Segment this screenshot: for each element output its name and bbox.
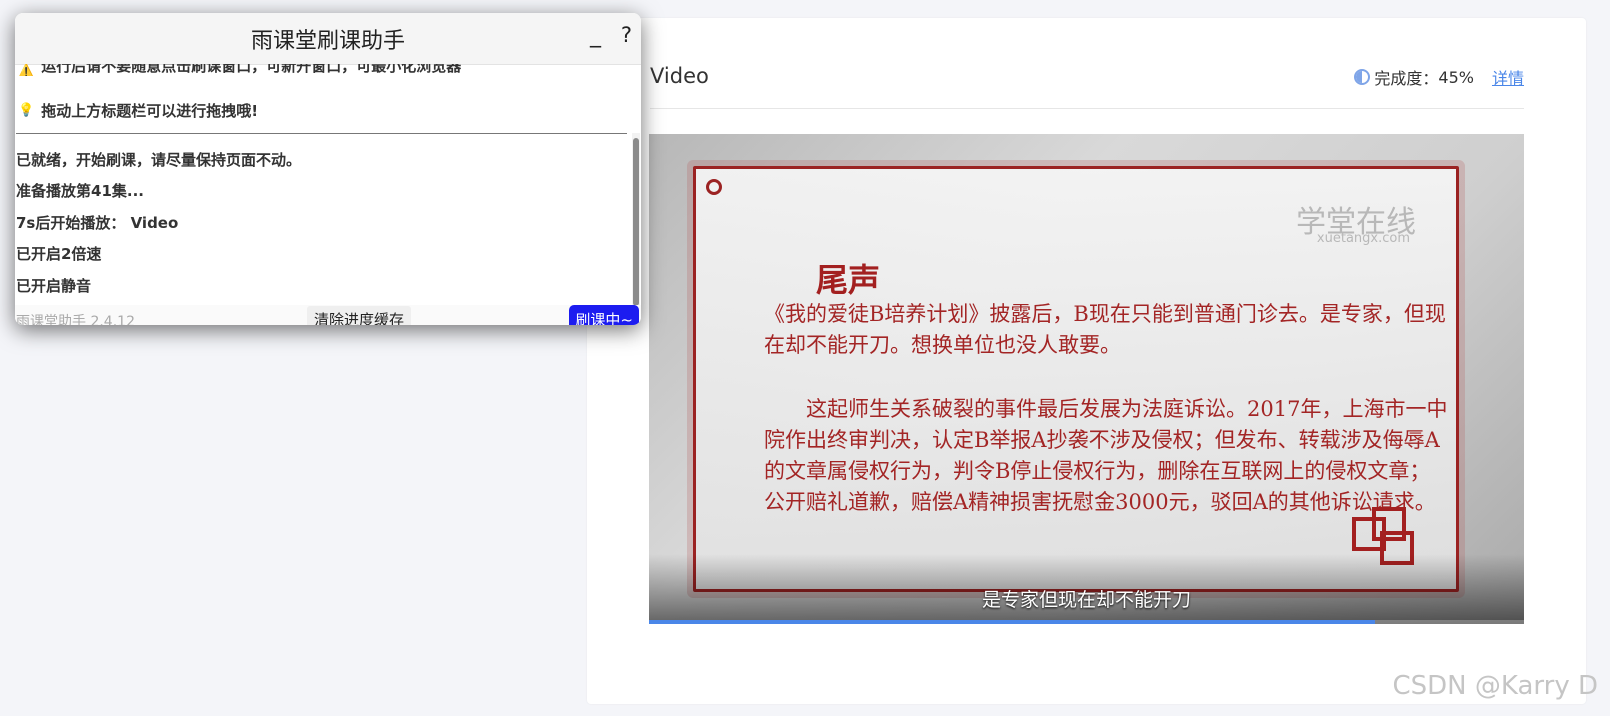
running-button[interactable]: 刷课中~ (569, 305, 639, 325)
completion-pie-icon (1354, 69, 1371, 85)
slide-paragraph-1: 《我的爱徒B培养计划》披露后，B现在只能到普通门诊去。是专家，但现在却不能开刀。… (764, 302, 1446, 357)
helper-title-bar[interactable]: 雨课堂刷课助手 _ ? (15, 13, 641, 65)
helper-panel: 雨课堂刷课助手 _ ? ⚠️ 运行后请不要随意点击刷课窗口，可新开窗口，可最小化… (15, 13, 641, 325)
helper-footer: 雨课堂助手 2.4.12 清除进度缓存 刷课中~ (15, 305, 641, 325)
video-header: Video 完成度： 45% 详情 (650, 60, 1524, 109)
helper-title: 雨课堂刷课助手 (250, 29, 405, 54)
video-progress-bar[interactable] (649, 620, 1524, 624)
slide-heading: 尾声 (816, 261, 881, 299)
video-title: Video (650, 64, 709, 88)
detail-link[interactable]: 详情 (1492, 65, 1524, 89)
helper-version: 雨课堂助手 2.4.12 (16, 314, 135, 325)
notice-tip-text: 拖动上方标题栏可以进行拖拽哦! (41, 102, 259, 120)
completion-area: 完成度： 45% 详情 (1354, 65, 1524, 89)
notice-warning: ⚠️ 运行后请不要随意点击刷课窗口，可新开窗口，可最小化浏览器 (18, 64, 461, 76)
lightbulb-icon: 💡 (18, 103, 35, 118)
log-line: 准备播放第41集... (16, 182, 144, 200)
helper-divider (16, 133, 627, 134)
video-subtitle: 是专家但现在却不能开刀 (981, 589, 1191, 611)
video-progress-played (649, 620, 1376, 624)
csdn-watermark: CSDN @Karry D (1392, 671, 1598, 701)
warning-icon: ⚠️ (18, 64, 35, 76)
clear-cache-button[interactable]: 清除进度缓存 (307, 306, 412, 325)
slide-paragraph-2: 这起师生关系破裂的事件最后发展为法庭诉讼。2017年，上海市一中院作出终审判决，… (764, 397, 1448, 514)
video-player[interactable]: 学堂在线 xuetangx.com 尾声 《我的爱徒B培养计划》披露后，B现在只… (649, 134, 1524, 624)
completion-value: 45% (1438, 67, 1474, 87)
notice-warning-text: 运行后请不要随意点击刷课窗口，可新开窗口，可最小化浏览器 (41, 64, 462, 75)
slide-dot-decoration (706, 179, 722, 195)
log-line: 已就绪，开始刷课，请尽量保持页面不动。 (16, 151, 302, 169)
log-line: 7s后开始播放： Video (16, 214, 179, 232)
notice-tip: 💡 拖动上方标题栏可以进行拖拽哦! (18, 100, 258, 121)
xuetangx-watermark-url: xuetangx.com (1316, 231, 1410, 246)
completion-label: 完成度： (1374, 69, 1439, 88)
minimize-button[interactable]: _ (590, 23, 601, 48)
log-scrollbar-thumb[interactable] (633, 138, 639, 306)
slide-frame: 学堂在线 xuetangx.com 尾声 《我的爱徒B培养计划》披露后，B现在只… (693, 166, 1459, 592)
log-line: 已开启静音 (16, 277, 92, 295)
log-line: 已开启2倍速 (16, 245, 102, 263)
help-button[interactable]: ? (621, 23, 632, 47)
